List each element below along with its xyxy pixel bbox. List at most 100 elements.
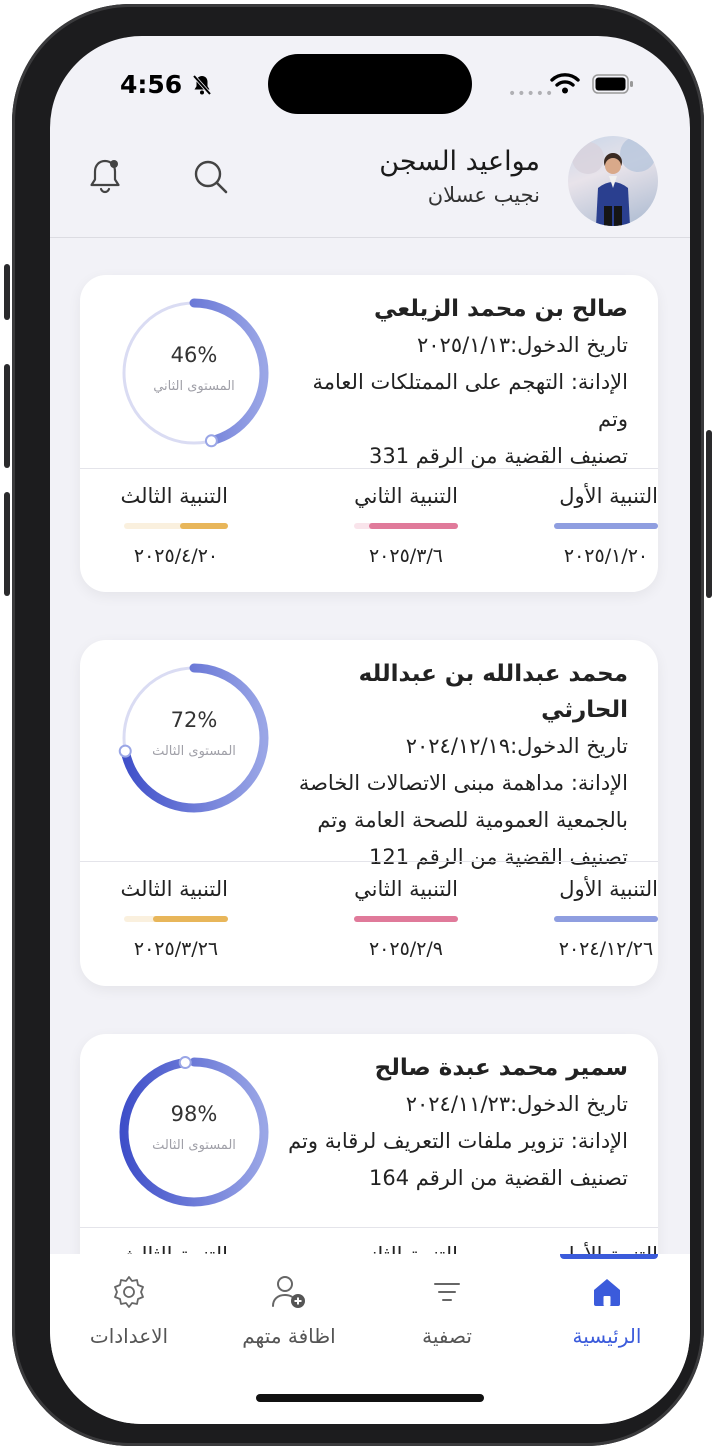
charge-line: تصنيف القضية من الرقم 164 <box>369 1166 628 1190</box>
gear-icon <box>114 1276 144 1308</box>
progress-percent: 46% <box>170 343 218 367</box>
entry-date: تاريخ الدخول:٢٠٢٤/١٢/١٩ <box>405 734 628 758</box>
progress-ring-graphic <box>119 298 269 448</box>
page-title: مواعيد السجن <box>379 146 540 177</box>
warning-date: ٢٠٢٥/١/٢٠ <box>563 545 649 567</box>
detainee-card[interactable]: سمير محمد عبدة صالح تاريخ الدخول:٢٠٢٤/١١… <box>80 1034 658 1254</box>
status-bar: 4:56 ••••• <box>50 36 690 128</box>
tab-add-suspect[interactable]: اظافة متهم <box>224 1272 354 1348</box>
notification-bell-icon[interactable] <box>86 156 124 196</box>
level-label: المستوى الثالث <box>152 1138 236 1153</box>
search-icon[interactable] <box>192 158 230 196</box>
tab-label: الرئيسية <box>572 1324 642 1348</box>
warning-label: التنبية الثالث <box>120 877 228 901</box>
warning-bar <box>554 523 658 529</box>
detainee-info: صالح بن محمد الزيلعي تاريخ الدخول:٢٠٢٥/١… <box>278 291 628 475</box>
warning-label: التنبية الثاني <box>298 1240 458 1254</box>
power-button <box>706 430 712 598</box>
detainee-info: محمد عبدالله بن عبدالله الحارثي تاريخ ال… <box>278 656 628 876</box>
home-indicator <box>256 1394 484 1402</box>
warning-first: التنبية الأول <box>498 1240 658 1254</box>
warnings-row: التنبية الأول ٢٠٢٤/١٢/٢٦ التنبية الثاني … <box>80 874 658 984</box>
add-person-icon <box>272 1276 305 1308</box>
active-tab-indicator <box>560 1254 658 1259</box>
volume-up-button <box>4 364 10 468</box>
warning-first: التنبية الأول ٢٠٢٥/١/٢٠ <box>498 481 658 567</box>
card-divider <box>80 468 658 469</box>
detainee-info: سمير محمد عبدة صالح تاريخ الدخول:٢٠٢٤/١١… <box>278 1050 628 1197</box>
phone-frame: 4:56 ••••• مواعيد السجن نجيب عسلان صالح … <box>4 4 712 1446</box>
wifi-icon <box>550 73 580 94</box>
action-button <box>4 264 10 320</box>
tab-home[interactable]: الرئيسية <box>542 1272 672 1348</box>
warning-date: ٢٠٢٥/٣/٢٦ <box>133 938 219 960</box>
warning-date: ٢٠٢٥/٤/٢٠ <box>133 545 219 567</box>
warning-bar-fill <box>368 523 458 529</box>
warning-third: التنبية الثالث ٢٠٢٥/٣/٢٦ <box>68 874 228 960</box>
progress-ring: 72% المستوى الثالث <box>116 660 272 816</box>
home-icon <box>594 1279 620 1306</box>
ring-progress-arc <box>119 1057 269 1207</box>
warning-third: التنبية الثالث ٢٠٢٥/٤/٢٠ <box>68 481 228 567</box>
charge-line: بالجمعية العمومية للصحة العامة وتم <box>317 808 628 832</box>
warning-second: التنبية الثاني <box>298 1240 458 1254</box>
charge-line: الإدانة: مداهمة مبنى الاتصالات الخاصة <box>298 771 628 795</box>
card-divider <box>80 861 658 862</box>
tab-label: الاعدادات <box>89 1324 169 1348</box>
detainee-card[interactable]: محمد عبدالله بن عبدالله الحارثي تاريخ ال… <box>80 640 658 986</box>
warnings-row: التنبية الأول ٢٠٢٥/١/٢٠ التنبية الثاني ٢… <box>80 481 658 591</box>
status-time: 4:56 <box>120 70 183 99</box>
charge-line: الإدانة: التهجم على الممتلكات العامة وتم <box>312 370 628 431</box>
warning-label: التنبية الأول <box>559 877 658 901</box>
tab-settings[interactable]: الاعدادات <box>64 1272 194 1348</box>
ring-knob <box>204 434 218 448</box>
level-label: المستوى الثاني <box>153 379 235 394</box>
card-divider <box>80 1227 658 1228</box>
dynamic-island <box>268 54 472 114</box>
header-titles: مواعيد السجن نجيب عسلان <box>379 146 540 207</box>
detainee-card[interactable]: صالح بن محمد الزيلعي تاريخ الدخول:٢٠٢٥/١… <box>80 275 658 592</box>
tab-label: اظافة متهم <box>242 1324 336 1348</box>
progress-percent: 98% <box>170 1102 218 1126</box>
charge-line: تصنيف القضية من الرقم 121 <box>369 845 628 869</box>
signal-dots-icon: ••••• <box>508 86 555 102</box>
user-name: نجيب عسلان <box>427 183 540 207</box>
progress-ring: 46% المستوى الثاني <box>116 295 272 451</box>
warning-label: التنبية الثالث <box>120 484 228 508</box>
charge-line: الإدانة: تزوير ملفات التعريف لرقابة وتم <box>288 1129 628 1153</box>
tab-label: تصفية <box>422 1324 472 1348</box>
progress-ring-graphic <box>119 1056 269 1207</box>
volume-down-button <box>4 492 10 596</box>
entry-date: تاريخ الدخول:٢٠٢٥/١/١٣ <box>417 333 628 357</box>
warning-bar-fill <box>180 523 228 529</box>
bell-slash-icon <box>192 74 212 96</box>
warning-second: التنبية الثاني ٢٠٢٥/٢/٩ <box>298 874 458 960</box>
avatar[interactable] <box>568 136 658 226</box>
screen: 4:56 ••••• مواعيد السجن نجيب عسلان صالح … <box>50 36 690 1424</box>
level-label: المستوى الثالث <box>152 744 236 759</box>
warning-third: التنبية الثالث <box>68 1240 228 1254</box>
entry-date: تاريخ الدخول:٢٠٢٤/١١/٢٣ <box>405 1092 628 1116</box>
warning-bar <box>124 523 228 529</box>
warning-bar-fill <box>153 916 228 922</box>
warning-bar <box>354 916 458 922</box>
warning-bar <box>124 916 228 922</box>
progress-ring-graphic <box>118 663 269 813</box>
detainee-name: سمير محمد عبدة صالح <box>374 1055 628 1081</box>
detainee-list[interactable]: صالح بن محمد الزيلعي تاريخ الدخول:٢٠٢٥/١… <box>50 239 690 1254</box>
warning-bar-fill <box>554 523 658 529</box>
charge-line: تصنيف القضية من الرقم 331 <box>369 444 628 468</box>
warning-first: التنبية الأول ٢٠٢٤/١٢/٢٦ <box>498 874 658 960</box>
detainee-name: صالح بن محمد الزيلعي <box>373 296 628 322</box>
warning-label: التنبية الأول <box>559 484 658 508</box>
progress-percent: 72% <box>170 708 218 732</box>
warning-bar <box>354 523 458 529</box>
app-header: مواعيد السجن نجيب عسلان <box>50 128 690 238</box>
warning-label: التنبية الثاني <box>354 484 458 508</box>
battery-icon <box>592 74 633 94</box>
tab-filter[interactable]: تصفية <box>382 1272 512 1348</box>
warning-second: التنبية الثاني ٢٠٢٥/٣/٦ <box>298 481 458 567</box>
warning-label: التنبية الثالث <box>68 1240 228 1254</box>
avatar-person-icon <box>572 136 656 226</box>
warning-date: ٢٠٢٥/٢/٩ <box>368 938 444 960</box>
